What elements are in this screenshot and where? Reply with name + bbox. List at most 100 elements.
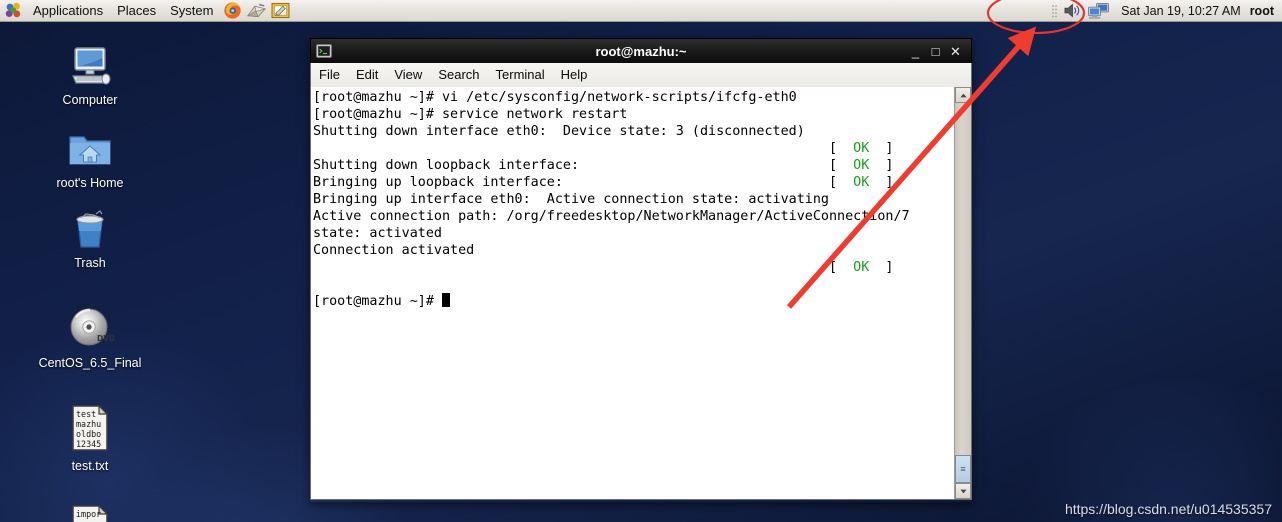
volume-icon[interactable] xyxy=(1060,0,1084,21)
terminal-line-text: Active connection path: /org/freedesktop… xyxy=(313,209,910,224)
scroll-up-button[interactable] xyxy=(955,87,971,103)
svg-text:impor: impor xyxy=(76,509,101,519)
terminal-title: root@mazhu:~ xyxy=(595,43,687,59)
gnome-foot-icon[interactable] xyxy=(0,0,26,21)
terminal-line: Active connection path: /org/freedesktop… xyxy=(313,208,954,225)
scroll-down-button[interactable] xyxy=(955,483,971,499)
svg-text:oldbo: oldbo xyxy=(76,429,101,439)
computer-icon xyxy=(66,42,114,90)
desktop-icon-computer[interactable]: Computer xyxy=(30,42,150,107)
panel-menu-places[interactable]: Places xyxy=(110,1,163,21)
desktop-icon-trash[interactable]: Trash xyxy=(30,205,150,270)
dvd-disc-icon: DVD xyxy=(66,305,114,353)
watermark-text: https://blog.csdn.net/u014535357 xyxy=(1064,501,1272,517)
status-bracket-close: ] xyxy=(869,175,894,190)
terminal-line: Shutting down loopback interface: [ OK ] xyxy=(313,157,954,174)
network-icon[interactable] xyxy=(1084,0,1112,21)
terminal-window[interactable]: root@mazhu:~ _ □ ✕ File Edit View Search… xyxy=(310,38,972,502)
terminal-icon xyxy=(311,44,332,58)
terminal-cursor xyxy=(442,293,450,307)
scrollbar-track[interactable] xyxy=(955,103,971,455)
panel-username[interactable]: root xyxy=(1250,4,1282,18)
scrollbar-thumb[interactable]: ≡ xyxy=(955,455,971,483)
terminal-line-text: [root@mazhu ~]# service network restart xyxy=(313,107,628,122)
desktop-icon-partial-file[interactable]: impor xyxy=(30,504,150,522)
desktop-icon-home[interactable]: root's Home xyxy=(30,125,150,190)
desktop-icon-centos-dvd[interactable]: DVD CentOS_6.5_Final xyxy=(30,305,150,370)
terminal-scrollbar[interactable]: ≡ xyxy=(954,87,971,499)
menu-search[interactable]: Search xyxy=(430,65,487,85)
svg-text:DVD: DVD xyxy=(97,334,114,343)
terminal-line: [ OK ] xyxy=(313,259,954,276)
menu-file[interactable]: File xyxy=(311,65,348,85)
status-bracket-open: [ xyxy=(828,260,854,275)
terminal-line: Shutting down interface eth0: Device sta… xyxy=(313,123,954,140)
status-ok-label: OK xyxy=(853,158,870,173)
text-editor-icon[interactable] xyxy=(268,0,292,21)
desktop-screen: Applications Places System Sat Jan 19, 1… xyxy=(0,0,1282,522)
menu-edit[interactable]: Edit xyxy=(348,65,386,85)
terminal-line-text: [root@mazhu ~]# xyxy=(313,294,442,309)
panel-menu-applications[interactable]: Applications xyxy=(26,1,110,21)
panel-clock[interactable]: Sat Jan 19, 10:27 AM xyxy=(1112,4,1250,18)
status-bracket-open: [ xyxy=(828,158,854,173)
status-bracket-open: [ xyxy=(828,175,854,190)
desktop-icon-label: test.txt xyxy=(71,459,109,473)
terminal-line-text: Shutting down interface eth0: Device sta… xyxy=(313,124,805,139)
panel-menu-system[interactable]: System xyxy=(163,1,220,21)
desktop-icon-test-txt[interactable]: test mazhu oldbo 12345 test.txt xyxy=(30,404,150,473)
terminal-line: Connection activated xyxy=(313,242,954,259)
terminal-body[interactable]: [root@mazhu ~]# vi /etc/sysconfig/networ… xyxy=(310,87,972,500)
terminal-line: [root@mazhu ~]# vi /etc/sysconfig/networ… xyxy=(313,89,954,106)
top-panel: Applications Places System Sat Jan 19, 1… xyxy=(0,0,1282,22)
status-ok-label: OK xyxy=(853,175,870,190)
terminal-line: [ OK ] xyxy=(313,140,954,157)
desktop-icon-label: Computer xyxy=(62,93,118,107)
desktop-icon-label: CentOS_6.5_Final xyxy=(38,356,142,370)
terminal-line: Bringing up interface eth0: Active conne… xyxy=(313,191,954,208)
desktop-icon-label: Trash xyxy=(74,256,106,270)
panel-status-area: Sat Jan 19, 10:27 AM root xyxy=(1051,0,1282,22)
terminal-line-text: Connection activated xyxy=(313,243,475,258)
terminal-menubar: File Edit View Search Terminal Help xyxy=(310,63,972,87)
svg-text:mazhu: mazhu xyxy=(76,419,101,429)
menu-view[interactable]: View xyxy=(386,65,430,85)
status-bracket-close: ] xyxy=(869,260,894,275)
home-folder-icon xyxy=(66,125,114,173)
maximize-button[interactable]: □ xyxy=(927,43,944,60)
status-bracket-close: ] xyxy=(869,158,894,173)
terminal-line: Bringing up loopback interface: [ OK ] xyxy=(313,174,954,191)
terminal-line-text: [root@mazhu ~]# vi /etc/sysconfig/networ… xyxy=(313,90,797,105)
terminal-line-text: Shutting down loopback interface: xyxy=(313,158,580,173)
svg-text:12345: 12345 xyxy=(76,439,101,449)
firefox-icon[interactable] xyxy=(220,0,244,21)
terminal-titlebar[interactable]: root@mazhu:~ _ □ ✕ xyxy=(310,38,972,63)
status-ok-label: OK xyxy=(853,141,870,156)
terminal-status-padding xyxy=(579,158,829,173)
terminal-line: [root@mazhu ~]# xyxy=(313,293,954,310)
window-controls: _ □ ✕ xyxy=(904,43,971,60)
trash-icon xyxy=(66,205,114,253)
terminal-line: state: activated xyxy=(313,225,954,242)
terminal-output[interactable]: [root@mazhu ~]# vi /etc/sysconfig/networ… xyxy=(311,87,954,499)
status-bracket-open: [ xyxy=(828,141,854,156)
text-file-icon: impor xyxy=(69,504,111,522)
minimize-button[interactable]: _ xyxy=(907,43,924,60)
status-bracket-close: ] xyxy=(869,141,894,156)
close-button[interactable]: ✕ xyxy=(947,43,964,60)
terminal-line-text: Bringing up loopback interface: xyxy=(313,175,563,190)
terminal-line-text: state: activated xyxy=(313,226,442,241)
text-file-icon: test mazhu oldbo 12345 xyxy=(69,404,111,456)
terminal-status-padding xyxy=(313,260,829,275)
desktop-icon-label: root's Home xyxy=(56,176,124,190)
panel-grip-handle[interactable] xyxy=(1051,3,1058,19)
terminal-line: [root@mazhu ~]# service network restart xyxy=(313,106,954,123)
evolution-mail-icon[interactable] xyxy=(244,0,268,21)
terminal-status-padding xyxy=(313,141,829,156)
status-ok-label: OK xyxy=(853,260,870,275)
menu-terminal[interactable]: Terminal xyxy=(488,65,553,85)
terminal-line-text: Bringing up interface eth0: Active conne… xyxy=(313,192,829,207)
menu-help[interactable]: Help xyxy=(553,65,596,85)
svg-text:test: test xyxy=(76,409,96,419)
